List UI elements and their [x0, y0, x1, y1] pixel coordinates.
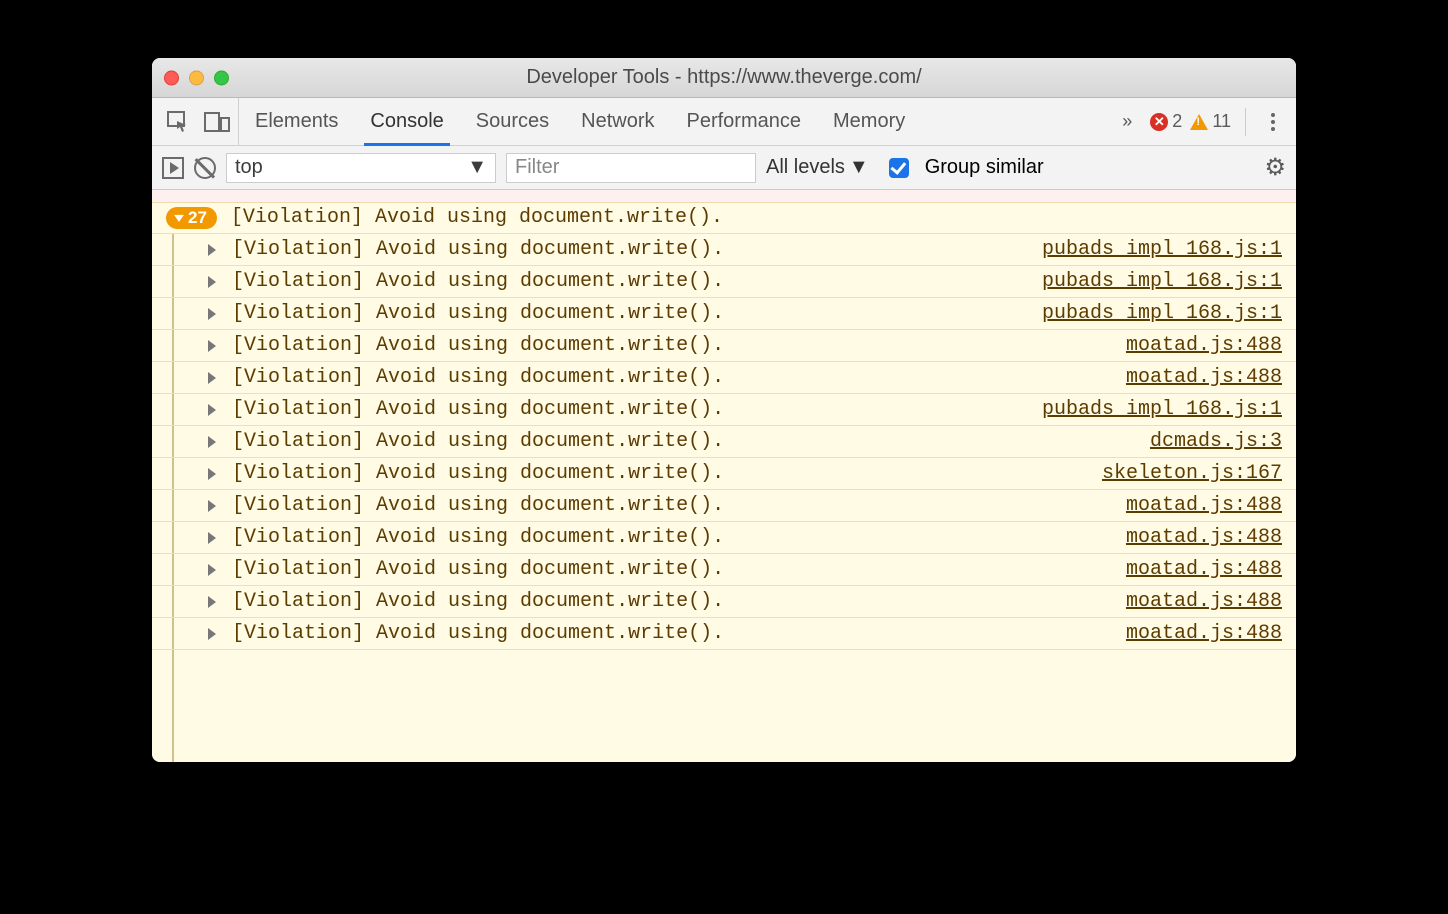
- console-toolbar: top ▼ All levels ▼ Group similar ⚙: [152, 146, 1296, 190]
- tab-memory[interactable]: Memory: [817, 98, 921, 145]
- titlebar: Developer Tools - https://www.theverge.c…: [152, 58, 1296, 98]
- console-output: 27 [Violation] Avoid using document.writ…: [152, 190, 1296, 762]
- source-link[interactable]: dcmads.js:3: [1150, 430, 1282, 453]
- console-row[interactable]: [Violation] Avoid using document.write()…: [152, 266, 1296, 298]
- more-tabs-icon[interactable]: »: [1112, 111, 1142, 132]
- group-count-badge: 27: [166, 207, 217, 229]
- expand-icon[interactable]: [208, 340, 216, 352]
- minimize-button[interactable]: [189, 70, 204, 85]
- source-link[interactable]: moatad.js:488: [1126, 334, 1282, 357]
- error-icon: ✕: [1150, 113, 1168, 131]
- warning-icon: [1190, 114, 1208, 130]
- expand-icon[interactable]: [208, 372, 216, 384]
- expand-icon[interactable]: [208, 596, 216, 608]
- source-link[interactable]: pubads_impl_168.js:1: [1042, 302, 1282, 325]
- panel-tabbar: ElementsConsoleSourcesNetworkPerformance…: [152, 98, 1296, 146]
- error-badge[interactable]: ✕ 2: [1150, 111, 1182, 132]
- tabbar-right: » ✕ 2 11: [1112, 98, 1296, 145]
- expand-icon[interactable]: [208, 436, 216, 448]
- separator: [1245, 108, 1246, 136]
- console-row[interactable]: [Violation] Avoid using document.write()…: [152, 298, 1296, 330]
- source-link[interactable]: moatad.js:488: [1126, 494, 1282, 517]
- console-row[interactable]: [Violation] Avoid using document.write()…: [152, 394, 1296, 426]
- context-value: top: [235, 156, 263, 179]
- levels-label: All levels: [766, 156, 845, 179]
- expand-icon[interactable]: [208, 308, 216, 320]
- panel-tabs: ElementsConsoleSourcesNetworkPerformance…: [239, 98, 921, 145]
- expand-icon[interactable]: [208, 532, 216, 544]
- expand-icon[interactable]: [208, 244, 216, 256]
- traffic-lights: [164, 70, 229, 85]
- console-message: [Violation] Avoid using document.write()…: [232, 430, 724, 453]
- console-message: [Violation] Avoid using document.write()…: [232, 270, 724, 293]
- execution-context-icon[interactable]: [162, 157, 184, 179]
- inspect-element-icon[interactable]: [166, 110, 190, 134]
- group-similar-label: Group similar: [925, 156, 1044, 179]
- console-message: [Violation] Avoid using document.write()…: [232, 366, 724, 389]
- source-link[interactable]: moatad.js:488: [1126, 590, 1282, 613]
- console-row[interactable]: [Violation] Avoid using document.write()…: [152, 554, 1296, 586]
- expand-icon[interactable]: [208, 628, 216, 640]
- expand-icon[interactable]: [208, 468, 216, 480]
- clear-console-icon[interactable]: [194, 157, 216, 179]
- console-row[interactable]: [Violation] Avoid using document.write()…: [152, 490, 1296, 522]
- source-link[interactable]: moatad.js:488: [1126, 366, 1282, 389]
- source-link[interactable]: moatad.js:488: [1126, 526, 1282, 549]
- tab-network[interactable]: Network: [565, 98, 670, 145]
- console-row[interactable]: [Violation] Avoid using document.write()…: [152, 618, 1296, 650]
- expand-icon[interactable]: [208, 276, 216, 288]
- console-message: [Violation] Avoid using document.write()…: [232, 526, 724, 549]
- console-message: [Violation] Avoid using document.write()…: [232, 462, 724, 485]
- group-similar-checkbox[interactable]: [889, 158, 909, 178]
- console-message: [Violation] Avoid using document.write()…: [232, 558, 724, 581]
- expand-icon[interactable]: [208, 404, 216, 416]
- warning-badge[interactable]: 11: [1190, 111, 1231, 132]
- console-row[interactable]: [Violation] Avoid using document.write()…: [152, 458, 1296, 490]
- group-message: [Violation] Avoid using document.write()…: [231, 206, 723, 229]
- console-row[interactable]: [Violation] Avoid using document.write()…: [152, 586, 1296, 618]
- console-row[interactable]: [Violation] Avoid using document.write()…: [152, 330, 1296, 362]
- console-message: [Violation] Avoid using document.write()…: [232, 398, 724, 421]
- console-message: [Violation] Avoid using document.write()…: [232, 238, 724, 261]
- console-row[interactable]: [Violation] Avoid using document.write()…: [152, 522, 1296, 554]
- chevron-down-icon: ▼: [849, 156, 869, 179]
- console-row[interactable]: [Violation] Avoid using document.write()…: [152, 362, 1296, 394]
- tab-performance[interactable]: Performance: [671, 98, 818, 145]
- source-link[interactable]: pubads_impl_168.js:1: [1042, 398, 1282, 421]
- console-row[interactable]: [Violation] Avoid using document.write()…: [152, 426, 1296, 458]
- tab-sources[interactable]: Sources: [460, 98, 565, 145]
- source-link[interactable]: skeleton.js:167: [1102, 462, 1282, 485]
- expand-icon[interactable]: [208, 564, 216, 576]
- console-message: [Violation] Avoid using document.write()…: [232, 590, 724, 613]
- settings-icon[interactable]: ⚙: [1264, 153, 1286, 182]
- window-title: Developer Tools - https://www.theverge.c…: [152, 66, 1296, 89]
- console-message: [Violation] Avoid using document.write()…: [232, 302, 724, 325]
- expand-icon[interactable]: [208, 500, 216, 512]
- source-link[interactable]: moatad.js:488: [1126, 558, 1282, 581]
- tab-console[interactable]: Console: [354, 98, 459, 145]
- tabbar-left-icons: [152, 98, 239, 145]
- context-selector[interactable]: top ▼: [226, 153, 496, 183]
- tab-elements[interactable]: Elements: [239, 98, 354, 145]
- console-message: [Violation] Avoid using document.write()…: [232, 334, 724, 357]
- console-rows: [Violation] Avoid using document.write()…: [152, 234, 1296, 650]
- console-group-header[interactable]: 27 [Violation] Avoid using document.writ…: [152, 202, 1296, 234]
- chevron-down-icon: ▼: [467, 156, 487, 179]
- filter-input[interactable]: [506, 153, 756, 183]
- device-toggle-icon[interactable]: [204, 110, 230, 134]
- close-button[interactable]: [164, 70, 179, 85]
- devtools-window: Developer Tools - https://www.theverge.c…: [152, 58, 1296, 762]
- console-message: [Violation] Avoid using document.write()…: [232, 622, 724, 645]
- source-link[interactable]: moatad.js:488: [1126, 622, 1282, 645]
- source-link[interactable]: pubads_impl_168.js:1: [1042, 238, 1282, 261]
- error-count: 2: [1172, 111, 1182, 132]
- source-link[interactable]: pubads_impl_168.js:1: [1042, 270, 1282, 293]
- console-row[interactable]: [Violation] Avoid using document.write()…: [152, 234, 1296, 266]
- warning-count: 11: [1212, 111, 1231, 132]
- more-menu-icon[interactable]: [1260, 109, 1286, 135]
- log-levels-selector[interactable]: All levels ▼: [766, 156, 869, 179]
- console-message: [Violation] Avoid using document.write()…: [232, 494, 724, 517]
- maximize-button[interactable]: [214, 70, 229, 85]
